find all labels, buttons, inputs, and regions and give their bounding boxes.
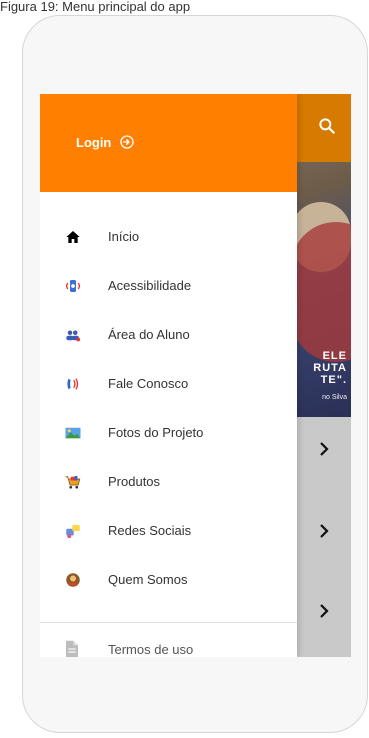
figure-caption: Figura 19: Menu principal do app <box>0 0 191 14</box>
drawer-menu: Início Acessibilidade Área do Aluno Fale… <box>40 212 297 604</box>
menu-item-label: Redes Sociais <box>108 523 192 538</box>
photos-icon <box>64 424 82 442</box>
menu-item-label: Acessibilidade <box>108 278 192 293</box>
menu-item-termos-de-uso[interactable]: Termos de uso <box>40 632 297 657</box>
app-screen: ELE RUTA TE". no Silva Login Início Aces… <box>40 94 351 657</box>
menu-item-label: Fotos do Projeto <box>108 425 204 440</box>
menu-item-redes-sociais[interactable]: Redes Sociais <box>40 506 297 555</box>
menu-item-label: Produtos <box>108 474 161 489</box>
login-label: Login <box>76 134 112 150</box>
terms-label: Termos de uso <box>108 642 194 657</box>
phone-icon <box>64 375 82 393</box>
menu-item-area-do-aluno[interactable]: Área do Aluno <box>40 310 297 359</box>
document-icon <box>66 640 78 657</box>
social-icon <box>64 522 82 540</box>
menu-item-fotos-do-projeto[interactable]: Fotos do Projeto <box>40 408 297 457</box>
menu-item-acessibilidade[interactable]: Acessibilidade <box>40 261 297 310</box>
menu-item-fale-conosco[interactable]: Fale Conosco <box>40 359 297 408</box>
accessibility-icon <box>64 277 82 295</box>
login-button[interactable]: Login <box>76 134 135 150</box>
hero-image-figure <box>291 222 351 362</box>
home-icon <box>64 228 82 246</box>
menu-item-label: Fale Conosco <box>108 376 189 391</box>
chevron-right-icon[interactable] <box>315 602 333 620</box>
about-icon <box>64 571 82 589</box>
menu-item-label: Área do Aluno <box>108 327 190 342</box>
menu-item-label: Início <box>108 229 140 244</box>
students-icon <box>64 326 82 344</box>
login-icon <box>120 135 135 149</box>
menu-item-produtos[interactable]: Produtos <box>40 457 297 506</box>
drawer-divider <box>40 622 297 623</box>
navigation-drawer: Login Início Acessibilidade Área do Alun… <box>40 94 297 657</box>
menu-item-label: Quem Somos <box>108 572 188 587</box>
search-icon[interactable] <box>317 116 337 136</box>
hero-author: no Silva <box>322 394 347 401</box>
chevron-right-icon[interactable] <box>315 522 333 540</box>
chevron-right-icon[interactable] <box>315 440 333 458</box>
cart-icon <box>64 473 82 491</box>
drawer-header: Login <box>40 94 297 192</box>
menu-item-quem-somos[interactable]: Quem Somos <box>40 555 297 604</box>
menu-item-inicio[interactable]: Início <box>40 212 297 261</box>
